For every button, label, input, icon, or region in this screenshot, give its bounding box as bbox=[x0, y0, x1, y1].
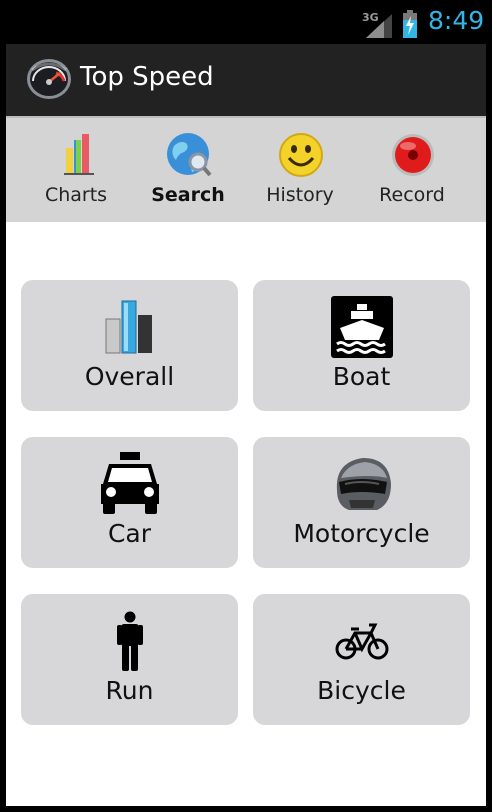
category-car[interactable]: Car bbox=[21, 437, 238, 568]
bar-chart-icon bbox=[105, 300, 152, 354]
category-motorcycle[interactable]: Motorcycle bbox=[253, 437, 470, 568]
app-screen: 3G 8:49 Top Speed Charts Search History … bbox=[0, 0, 492, 812]
category-bicycle[interactable]: Bicycle bbox=[253, 594, 470, 725]
status-bar: 3G 8:49 bbox=[0, 0, 492, 44]
clock: 8:49 bbox=[428, 6, 485, 35]
tab-record[interactable]: Record bbox=[356, 118, 468, 222]
tab-history[interactable]: History bbox=[244, 118, 356, 222]
bicycle-icon bbox=[335, 623, 388, 660]
helmet-icon bbox=[336, 458, 391, 510]
category-run-label: Run bbox=[105, 676, 154, 705]
tab-charts-label: Charts bbox=[44, 184, 108, 206]
tab-charts[interactable]: Charts bbox=[20, 118, 132, 222]
tab-bar: Charts Search History Record bbox=[6, 116, 486, 222]
bar-chart-icon bbox=[64, 134, 94, 175]
tab-search-label: Search bbox=[151, 184, 225, 206]
category-bicycle-label: Bicycle bbox=[317, 676, 406, 705]
signal-icon bbox=[366, 14, 392, 38]
category-motorcycle-label: Motorcycle bbox=[293, 519, 430, 548]
ship-icon bbox=[330, 296, 393, 358]
category-overall[interactable]: Overall bbox=[21, 280, 238, 411]
tab-history-label: History bbox=[266, 184, 334, 206]
category-boat[interactable]: Boat bbox=[253, 280, 470, 411]
smiley-icon bbox=[279, 133, 323, 177]
category-car-label: Car bbox=[107, 519, 152, 548]
app-title: Top Speed bbox=[80, 62, 214, 92]
tab-record-label: Record bbox=[379, 184, 445, 206]
globe-search-icon bbox=[167, 133, 212, 177]
battery-charging-icon bbox=[403, 10, 417, 38]
category-run[interactable]: Run bbox=[21, 594, 238, 725]
category-overall-label: Overall bbox=[84, 362, 175, 391]
tab-search[interactable]: Search bbox=[132, 118, 244, 222]
taxi-icon bbox=[100, 452, 159, 514]
record-icon bbox=[392, 134, 434, 176]
category-boat-label: Boat bbox=[332, 362, 391, 391]
action-bar: Top Speed bbox=[6, 44, 486, 116]
speedometer-icon[interactable] bbox=[26, 58, 72, 100]
person-icon bbox=[116, 611, 143, 671]
category-grid: Overall Boat Car Motorcycle Run Bicycle bbox=[6, 222, 486, 806]
